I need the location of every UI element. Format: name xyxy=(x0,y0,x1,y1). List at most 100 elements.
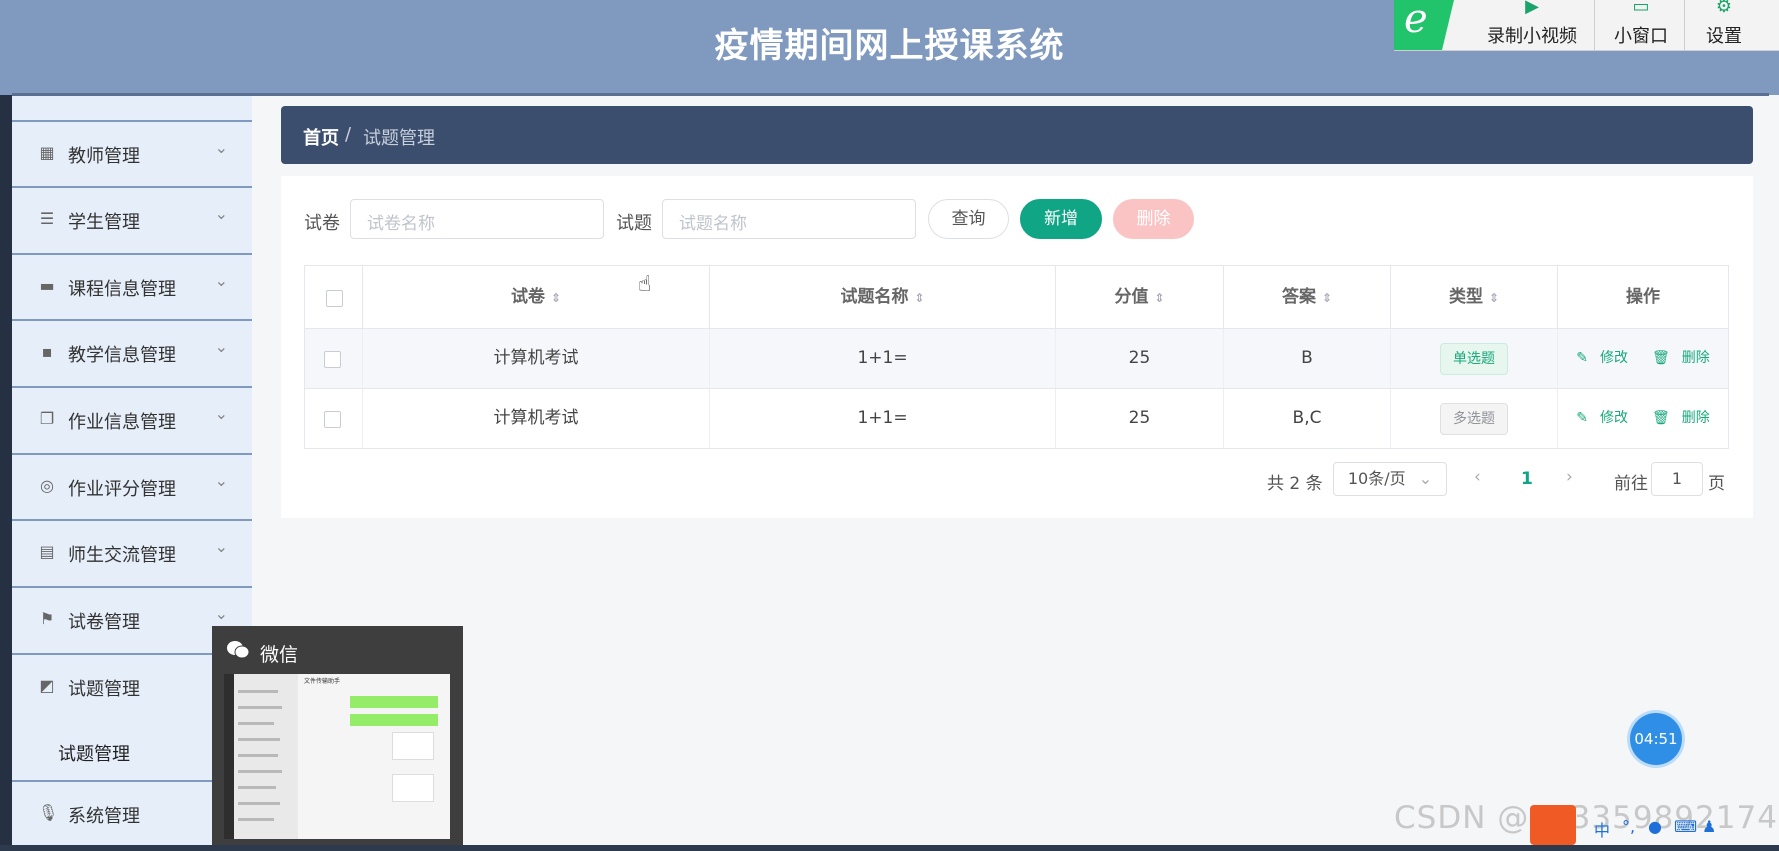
mini-window-label: 小窗口 xyxy=(1614,26,1668,47)
edit-icon: ✎ xyxy=(1576,410,1588,426)
mic-tray-icon[interactable]: ● xyxy=(1648,817,1662,836)
question-name-input[interactable]: 试题名称 xyxy=(662,199,916,239)
page-size-select[interactable]: 10条/页 ⌄ xyxy=(1333,462,1447,496)
copy-icon: ❐ xyxy=(39,409,55,428)
cell-actions: ✎ 修改 🗑 删除 xyxy=(1558,329,1728,388)
user-icon[interactable]: ♟ xyxy=(1702,817,1716,836)
sidebar-item-course[interactable]: ▬ 课程信息管理 ⌄ xyxy=(12,253,252,319)
ime-icon[interactable]: 中 xyxy=(1594,817,1610,841)
row-delete-button[interactable]: 🗑 删除 xyxy=(1646,410,1716,426)
wechat-preview-window[interactable]: 微信 文件传输助手 xyxy=(212,626,463,851)
wechat-chat-header: 文件传输助手 xyxy=(304,678,341,685)
breadcrumb: 首页 / 试题管理 xyxy=(281,106,1753,164)
cell-answer: B xyxy=(1224,329,1391,388)
edit-button[interactable]: ✎ 修改 xyxy=(1570,350,1634,366)
sidebar-item-label: 教师管理 xyxy=(68,146,140,167)
sort-icon[interactable]: ⇕ xyxy=(551,291,561,305)
column-header-label: 答案 xyxy=(1281,287,1316,307)
record-video-button[interactable]: ▶ 录制小视频 xyxy=(1476,0,1588,50)
clipboard-icon: ▤ xyxy=(39,542,55,561)
toolbar-divider xyxy=(1684,0,1685,50)
csdn-logo-icon xyxy=(1530,805,1576,845)
sidebar-item-exchange[interactable]: ▤ 师生交流管理 ⌄ xyxy=(12,519,252,585)
row-delete-button[interactable]: 🗑 删除 xyxy=(1646,350,1716,366)
select-all-checkbox[interactable] xyxy=(326,290,343,307)
sort-icon[interactable]: ⇕ xyxy=(1322,291,1332,305)
cell-question: 1+1= xyxy=(710,389,1056,448)
record-video-label: 录制小视频 xyxy=(1487,26,1577,47)
chevron-down-icon: ⌄ xyxy=(214,271,228,290)
header-divider xyxy=(12,93,1769,96)
sort-icon[interactable]: ⇕ xyxy=(1154,291,1164,305)
row-checkbox[interactable] xyxy=(324,411,341,428)
video-record-icon: ▶ xyxy=(1525,0,1539,17)
sidebar-item-label: 作业信息管理 xyxy=(68,412,176,433)
toolbar-divider xyxy=(1594,0,1595,50)
keyboard-icon[interactable]: ⌨ xyxy=(1674,817,1697,836)
breadcrumb-home[interactable]: 首页 xyxy=(303,124,339,150)
table-row[interactable]: 计算机考试 1+1= 25 B,C 多选题 ✎ 修改 🗑 删除 xyxy=(304,389,1729,449)
sidebar-item-grading[interactable]: ◎ 作业评分管理 ⌄ xyxy=(12,453,252,519)
column-header-type[interactable]: 类型 ⇕ xyxy=(1391,266,1558,328)
sidebar-item-label: 试题管理 xyxy=(68,679,140,700)
column-header-answer[interactable]: 答案 ⇕ xyxy=(1224,266,1391,328)
column-header-paper[interactable]: 试卷 ⇕ xyxy=(363,266,710,328)
wechat-thumbnail: 文件传输助手 xyxy=(224,674,450,839)
row-checkbox[interactable] xyxy=(324,351,341,368)
column-header-score[interactable]: 分值 ⇕ xyxy=(1056,266,1224,328)
cell-paper: 计算机考试 xyxy=(363,329,710,388)
column-header-label: 类型 xyxy=(1448,287,1483,307)
wechat-title: 微信 xyxy=(260,644,299,666)
flag-icon: ⚑ xyxy=(39,609,55,628)
edit-label: 修改 xyxy=(1599,350,1628,366)
chevron-down-icon: ⌄ xyxy=(214,138,228,157)
column-header-question[interactable]: 试题名称 ⇕ xyxy=(710,266,1056,328)
chevron-down-icon: ⌄ xyxy=(214,204,228,223)
page-number-current[interactable]: 1 xyxy=(1521,469,1533,489)
column-header-actions: 操作 xyxy=(1558,266,1728,328)
recording-timer[interactable]: 04:51 xyxy=(1630,713,1682,765)
edit-button[interactable]: ✎ 修改 xyxy=(1570,410,1634,426)
column-header-label: 操作 xyxy=(1626,287,1660,307)
type-badge: 单选题 xyxy=(1440,343,1508,375)
paper-filter-label: 试卷 xyxy=(304,213,340,234)
paper-name-input[interactable]: 试卷名称 xyxy=(350,199,604,239)
grid-icon: ▦ xyxy=(39,143,55,162)
sort-icon[interactable]: ⇕ xyxy=(1489,291,1499,305)
goto-page-input[interactable]: 1 xyxy=(1651,462,1703,496)
query-button[interactable]: 查询 xyxy=(928,199,1009,239)
wechat-icon xyxy=(227,641,250,659)
sidebar-item-student[interactable]: ☰ 学生管理 ⌄ xyxy=(12,186,252,252)
hand-cursor-icon: ☝ xyxy=(638,272,652,297)
settings-label: 设置 xyxy=(1706,26,1742,47)
column-header-label: 试卷 xyxy=(510,287,545,307)
delete-button[interactable]: 删除 xyxy=(1113,199,1194,239)
sidebar-item-label: 师生交流管理 xyxy=(68,545,176,566)
settings-button[interactable]: ⚙ 设置 xyxy=(1694,0,1754,50)
cell-actions: ✎ 修改 🗑 删除 xyxy=(1558,389,1728,448)
cell-type: 多选题 xyxy=(1391,389,1558,448)
punctuation-icon[interactable]: °, xyxy=(1622,817,1635,836)
cell-question: 1+1= xyxy=(710,329,1056,388)
next-page-icon[interactable]: › xyxy=(1566,467,1573,487)
edit-label: 修改 xyxy=(1599,410,1628,426)
cell-score: 25 xyxy=(1056,389,1224,448)
delete-label: 删除 xyxy=(1681,350,1710,366)
sort-icon[interactable]: ⇕ xyxy=(914,291,924,305)
edit-icon: ✎ xyxy=(1576,350,1588,366)
table-row[interactable]: 计算机考试 1+1= 25 B 单选题 ✎ 修改 🗑 删除 xyxy=(304,329,1729,389)
prev-page-icon[interactable]: ‹ xyxy=(1474,467,1481,487)
sidebar-item-homework[interactable]: ❐ 作业信息管理 ⌄ xyxy=(12,386,252,452)
cell-paper: 计算机考试 xyxy=(363,389,710,448)
sidebar-item-label: 学生管理 xyxy=(68,212,140,233)
recorder-toolbar: e ▶ 录制小视频 ▭ 小窗口 ⚙ 设置 xyxy=(1394,0,1779,51)
mini-window-button[interactable]: ▭ 小窗口 xyxy=(1606,0,1676,50)
sidebar-subitem-question[interactable]: 试题管理 xyxy=(58,740,130,766)
taskbar-edge xyxy=(0,845,1779,851)
sidebar-item-teaching[interactable]: ▪ 教学信息管理 ⌄ xyxy=(12,319,252,385)
browser-logo-icon: e xyxy=(1394,0,1454,50)
type-badge: 多选题 xyxy=(1440,403,1508,435)
sidebar-item-teacher[interactable]: ▦ 教师管理 ⌄ xyxy=(12,120,252,186)
add-button[interactable]: 新增 xyxy=(1020,199,1102,239)
chevron-down-icon: ⌄ xyxy=(214,471,228,490)
